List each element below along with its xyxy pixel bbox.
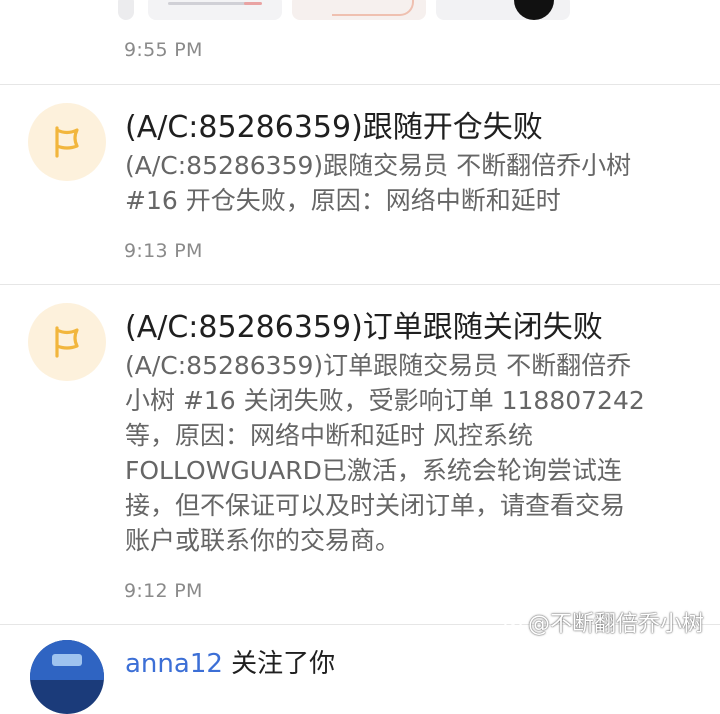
notification-avatar (28, 103, 106, 181)
previous-item-thumbnails (0, 0, 720, 22)
follow-notification[interactable]: anna12 关注了你 (125, 643, 335, 680)
thumbnail[interactable] (436, 0, 570, 20)
divider (0, 284, 720, 285)
message-body: (A/C:85286359)跟随交易员 不断翻倍乔小树 #16 开仓失败，原因：… (125, 148, 685, 218)
message-body-line: 等，原因：网络中断和延时 风控系统 (125, 421, 533, 450)
watermark-text: @不断翻倍乔小树 (528, 612, 705, 637)
thumbnail[interactable] (148, 0, 282, 20)
thumbnail[interactable] (292, 0, 426, 20)
message-body-line: (A/C:85286359)跟随交易员 不断翻倍乔小树 (125, 151, 632, 180)
timestamp: 9:55 PM (124, 39, 203, 61)
timestamp: 9:13 PM (124, 240, 203, 262)
message-title[interactable]: (A/C:85286359)跟随开仓失败 (125, 102, 543, 146)
notification-avatar (28, 303, 106, 381)
divider (0, 84, 720, 85)
message-body-line: (A/C:85286359)订单跟随交易员 不断翻倍乔 (125, 351, 632, 380)
platform-logo-icon (504, 613, 522, 631)
message-body: (A/C:85286359)订单跟随交易员 不断翻倍乔 小树 #16 关闭失败，… (125, 348, 685, 558)
watermark: @不断翻倍乔小树 (502, 606, 704, 638)
message-title[interactable]: (A/C:85286359)订单跟随关闭失败 (125, 302, 603, 346)
message-body-line: 账户或联系你的交易商。 (125, 526, 401, 555)
username-link[interactable]: anna12 (125, 649, 223, 679)
flag-icon (55, 326, 79, 358)
message-body-line: 小树 #16 关闭失败，受影响订单 118807242 (125, 386, 645, 415)
flag-icon (55, 126, 79, 158)
message-body-line: #16 开仓失败，原因：网络中断和延时 (125, 186, 561, 215)
message-body-line: FOLLOWGUARD已激活，系统会轮询尝试连 (125, 456, 622, 485)
follow-action-text: 关注了你 (231, 649, 336, 679)
user-avatar[interactable] (30, 640, 104, 714)
message-body-line: 接，但不保证可以及时关闭订单，请查看交易 (125, 491, 626, 520)
timestamp: 9:12 PM (124, 580, 203, 602)
thumbnail[interactable] (118, 0, 134, 20)
